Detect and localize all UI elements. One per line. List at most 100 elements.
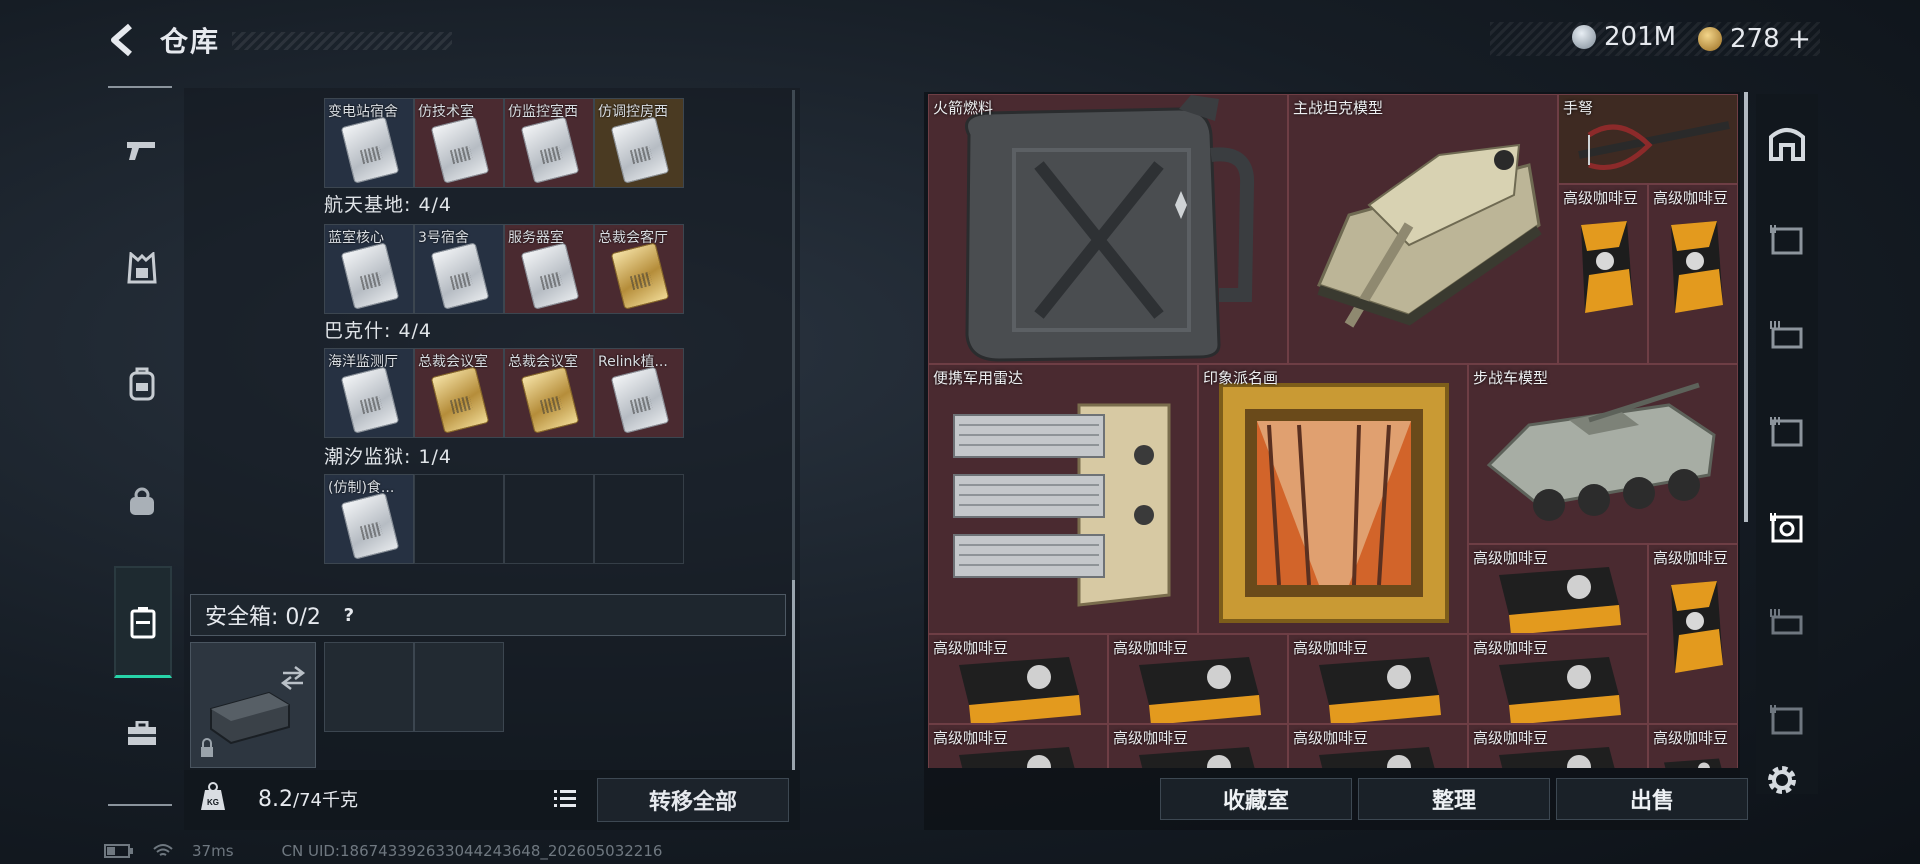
coffee-bag-icon bbox=[1671, 221, 1723, 313]
settings-button[interactable] bbox=[1762, 760, 1802, 800]
keycard-slot[interactable]: 仿调控房西 bbox=[594, 98, 684, 188]
painting-icon bbox=[1219, 383, 1449, 623]
empty-slot[interactable] bbox=[414, 474, 504, 564]
stash-item-coffee[interactable]: 高级咖啡豆 bbox=[1558, 184, 1648, 364]
currency-silver[interactable]: 201M bbox=[1572, 22, 1676, 52]
armor-vest-icon bbox=[127, 252, 157, 284]
item-label: 高级咖啡豆 bbox=[1473, 549, 1549, 567]
keycard-icon bbox=[430, 366, 490, 434]
stash-item-coffee[interactable]: 高级咖啡豆 bbox=[928, 724, 1108, 768]
stash-scrollbar[interactable] bbox=[1744, 92, 1748, 522]
transfer-all-button[interactable]: 转移全部 bbox=[597, 778, 789, 822]
list-view-button[interactable] bbox=[548, 782, 582, 816]
keycard-slot[interactable]: 变电站宿舍 bbox=[324, 98, 414, 188]
keycard-slot[interactable]: 仿技术室 bbox=[414, 98, 504, 188]
left-scrollbar[interactable] bbox=[792, 90, 795, 770]
stash-item-coffee[interactable]: 高级咖啡豆 bbox=[1468, 724, 1648, 768]
stash-item-tank-model[interactable]: 主战坦克模型 bbox=[1288, 94, 1558, 364]
stash-page-3-icon bbox=[1770, 417, 1803, 447]
keycard-slot[interactable]: 总裁会议室 bbox=[504, 348, 594, 438]
jerry-can-icon bbox=[965, 95, 1255, 362]
backpack-icon bbox=[129, 367, 155, 401]
stash-item-coffee[interactable]: 高级咖啡豆 bbox=[1648, 184, 1738, 364]
keycard-slot[interactable]: 海洋监测厅 bbox=[324, 348, 414, 438]
keycard-slot[interactable]: Relink植... bbox=[594, 348, 684, 438]
currency-gold[interactable]: 278 + bbox=[1698, 22, 1811, 55]
keycard-slot[interactable]: 总裁会客厅 bbox=[594, 224, 684, 314]
keycard-icon bbox=[340, 116, 400, 184]
keycard-icon bbox=[610, 116, 670, 184]
stash-page-2-icon bbox=[1770, 321, 1803, 349]
add-currency-button[interactable]: + bbox=[1788, 22, 1811, 55]
nav-bag[interactable] bbox=[114, 474, 170, 530]
nav-case[interactable] bbox=[114, 566, 172, 678]
item-label: 主战坦克模型 bbox=[1293, 99, 1384, 117]
item-label: 高级咖啡豆 bbox=[1473, 639, 1549, 657]
item-label: 高级咖啡豆 bbox=[1293, 729, 1369, 747]
nav-toolbox[interactable] bbox=[114, 706, 170, 762]
stash-tab-3[interactable] bbox=[1762, 406, 1812, 456]
stash-tab-6[interactable] bbox=[1762, 694, 1812, 744]
keycard-label: 仿监控室西 bbox=[508, 104, 578, 120]
keycard-label: 总裁会客厅 bbox=[598, 230, 668, 246]
safe-slot[interactable] bbox=[414, 642, 504, 732]
safe-slot[interactable] bbox=[324, 642, 414, 732]
case-icon bbox=[130, 606, 156, 638]
nav-backpack[interactable] bbox=[114, 356, 170, 412]
item-label: 高级咖啡豆 bbox=[1653, 549, 1729, 567]
safe-box-bar: 安全箱: 0/2 ? bbox=[190, 594, 786, 636]
stash-item-coffee[interactable]: 高级咖啡豆 bbox=[1288, 724, 1468, 768]
list-icon bbox=[554, 790, 576, 807]
keycard-label: 变电站宿舍 bbox=[328, 104, 398, 120]
collection-room-button[interactable]: 收藏室 bbox=[1160, 778, 1352, 820]
keycard-label: 服务器室 bbox=[508, 230, 564, 246]
keycard-label: 总裁会议室 bbox=[508, 354, 578, 370]
toolbox-icon bbox=[128, 721, 156, 745]
tank-icon bbox=[1316, 143, 1542, 328]
weight-icon: KG bbox=[201, 782, 225, 810]
keycard-label: 海洋监测厅 bbox=[328, 354, 398, 370]
stash-item-radar[interactable]: 便携军用雷达 bbox=[928, 364, 1198, 634]
help-button[interactable]: ? bbox=[335, 601, 363, 629]
stash-item-coffee[interactable]: 高级咖啡豆 bbox=[1468, 544, 1648, 634]
item-label: 高级咖啡豆 bbox=[1563, 189, 1639, 207]
stash-tab-1[interactable] bbox=[1762, 214, 1812, 264]
stash-tab-4[interactable] bbox=[1762, 502, 1812, 552]
stash-item-coffee[interactable]: 高级咖啡豆 bbox=[1648, 724, 1738, 768]
keycard-slot[interactable]: 服务器室 bbox=[504, 224, 594, 314]
item-label: 高级咖啡豆 bbox=[933, 639, 1009, 657]
stash-item-coffee[interactable]: 高级咖啡豆 bbox=[1108, 634, 1288, 724]
stash-item-ifv-model[interactable]: 步战车模型 bbox=[1468, 364, 1738, 544]
keycard-slot[interactable]: 仿监控室西 bbox=[504, 98, 594, 188]
stash-item-coffee[interactable]: 高级咖啡豆 bbox=[1468, 634, 1648, 724]
stash-item-coffee[interactable]: 高级咖啡豆 bbox=[928, 634, 1108, 724]
stash-item-crossbow[interactable]: 手弩 bbox=[1558, 94, 1738, 184]
stash-tab-2[interactable] bbox=[1762, 310, 1812, 360]
safe-box-item[interactable] bbox=[190, 642, 316, 768]
stash-tab-5[interactable] bbox=[1762, 598, 1812, 648]
nav-weapon[interactable] bbox=[114, 122, 170, 178]
gold-coin-icon bbox=[1698, 26, 1722, 51]
stash-tab-all[interactable] bbox=[1762, 118, 1812, 168]
keycard-slot[interactable]: 蓝室核心 bbox=[324, 224, 414, 314]
sort-button[interactable]: 整理 bbox=[1358, 778, 1550, 820]
back-button[interactable] bbox=[104, 20, 144, 60]
coffee-bag-icon bbox=[1671, 581, 1723, 673]
stash-item-coffee[interactable]: 高级咖啡豆 bbox=[1648, 544, 1738, 724]
safe-case-icon bbox=[201, 666, 306, 757]
sell-button[interactable]: 出售 bbox=[1556, 778, 1748, 820]
stash-item-painting[interactable]: 印象派名画 bbox=[1198, 364, 1468, 634]
empty-slot[interactable] bbox=[594, 474, 684, 564]
collection-row: 海洋监测厅 总裁会议室 总裁会议室 Relink植... bbox=[324, 348, 684, 438]
keycard-slot[interactable]: 总裁会议室 bbox=[414, 348, 504, 438]
nav-armor[interactable] bbox=[114, 240, 170, 296]
stash-item-coffee[interactable]: 高级咖啡豆 bbox=[1108, 724, 1288, 768]
radar-icon bbox=[953, 403, 1171, 607]
stash-item-rocket-fuel[interactable]: 火箭燃料 bbox=[928, 94, 1288, 364]
keycard-label: 3号宿舍 bbox=[418, 230, 469, 246]
keycard-icon bbox=[610, 366, 670, 434]
empty-slot[interactable] bbox=[504, 474, 594, 564]
keycard-slot[interactable]: 3号宿舍 bbox=[414, 224, 504, 314]
keycard-slot[interactable]: (仿制)食... bbox=[324, 474, 414, 564]
stash-item-coffee[interactable]: 高级咖啡豆 bbox=[1288, 634, 1468, 724]
